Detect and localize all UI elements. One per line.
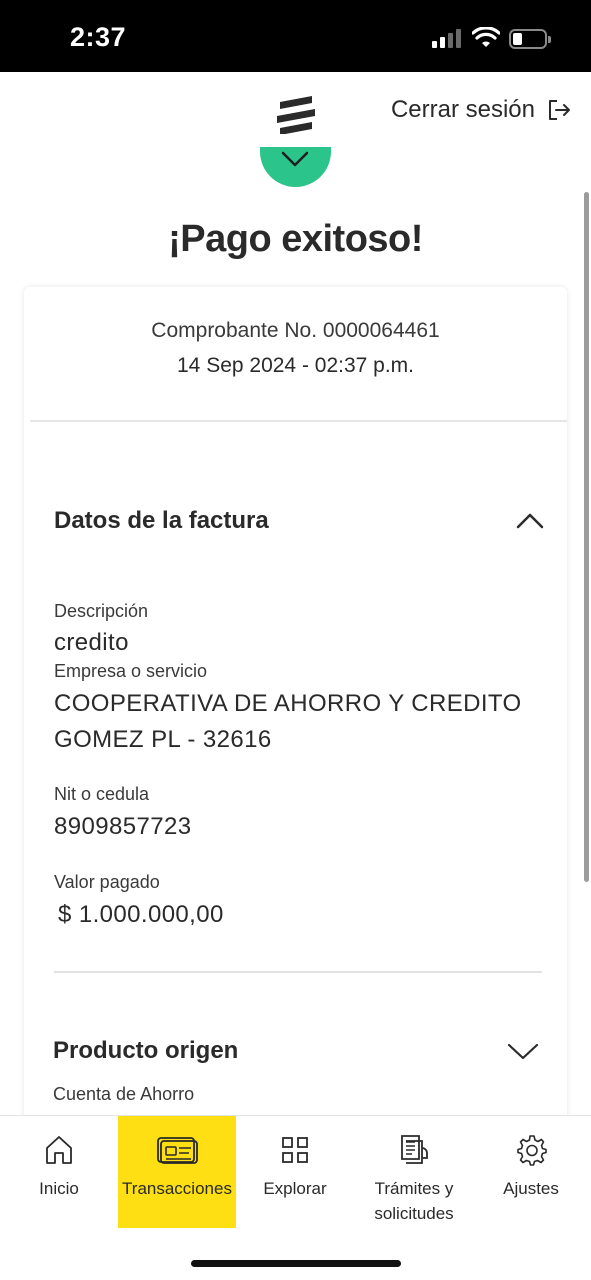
page-title: ¡Pago exitoso! [168,218,423,260]
status-time: 2:37 [70,22,127,52]
origin-product-label: Cuenta de Ahorro [53,1084,195,1104]
origin-section-title: Producto origen [53,1037,239,1064]
logout-icon [549,100,570,120]
description-label: Descripción [54,601,149,621]
amount-label: Valor pagado [54,872,160,892]
nav-item-transacciones[interactable]: Transacciones [118,1116,236,1228]
grid-icon [282,1137,308,1163]
bottom-nav: Inicio Transacciones Explorar Trámites y [0,1115,591,1280]
documents-icon [401,1135,428,1164]
nav-label-inicio: Inicio [39,1179,79,1198]
chevron-down-icon [507,1043,539,1060]
gear-icon [517,1135,547,1166]
logout-button[interactable]: Cerrar sesión [391,96,571,124]
home-icon [46,1136,72,1164]
wifi-icon [472,27,500,47]
transactions-icon [157,1137,198,1164]
scrollbar[interactable] [584,192,589,882]
nit-label: Nit o cedula [54,784,150,804]
nav-label-transacciones: Transacciones [122,1179,232,1198]
nav-item-ajustes[interactable]: Ajustes [494,1116,568,1228]
description-value: credito [54,629,129,656]
receipt-card: Comprobante No. 0000064461 14 Sep 2024 -… [24,287,567,1137]
chevron-down-icon [281,151,309,167]
origin-section-header[interactable]: Producto origen [53,1037,539,1065]
nav-label-tramites: Trámites y solicitudes [374,1179,454,1223]
cellular-signal-icon [432,28,464,48]
success-badge [260,147,331,187]
bank-logo-icon [277,96,315,134]
home-indicator[interactable] [191,1260,401,1267]
logout-label: Cerrar sesión [390,96,535,123]
company-value-line1: COOPERATIVA DE AHORRO Y CREDITO [54,690,522,717]
nav-label-explorar: Explorar [263,1179,327,1198]
section-divider [54,971,542,973]
receipt-date: 14 Sep 2024 - 02:37 p.m. [177,354,414,377]
company-value-line2: GOMEZ PL - 32616 [54,726,272,753]
chevron-up-icon [516,513,544,529]
nav-item-explorar[interactable]: Explorar [252,1116,338,1228]
app-header: Cerrar sesión [0,72,591,152]
invoice-section-header[interactable]: Datos de la factura [54,507,544,535]
status-bar: 2:37 [0,0,591,72]
nav-label-ajustes: Ajustes [503,1179,559,1198]
nav-item-tramites[interactable]: Trámites y solicitudes [356,1116,472,1228]
card-divider [30,420,567,422]
company-label: Empresa o servicio [54,661,208,681]
amount-value: $ 1.000.000,00 [58,901,224,928]
invoice-section-title: Datos de la factura [54,507,269,534]
battery-icon [509,29,551,49]
receipt-number: Comprobante No. 0000064461 [151,319,440,342]
nav-item-inicio[interactable]: Inicio [18,1116,100,1228]
nit-value: 8909857723 [54,813,192,840]
